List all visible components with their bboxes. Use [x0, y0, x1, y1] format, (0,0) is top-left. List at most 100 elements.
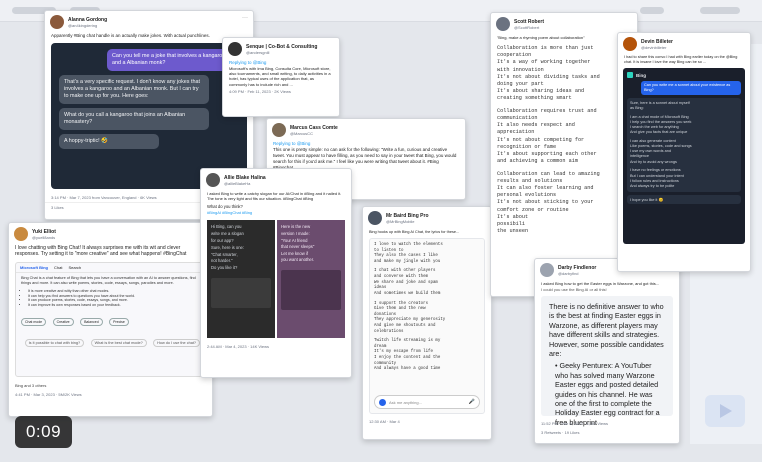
poem-text: Collaboration is more than just cooperati…: [491, 41, 637, 239]
video-timestamp-badge: 0:09: [15, 416, 72, 448]
chat-line: not harder.": [211, 258, 233, 264]
poem-line: It's about: [497, 213, 529, 220]
poem-line: results and solutions: [497, 177, 563, 184]
inner-title: Microsoft Bing: [20, 264, 48, 270]
microphone-icon[interactable]: 🎤: [469, 399, 475, 405]
inner-body: Bing Chat is a chat feature of Bing that…: [21, 275, 196, 285]
author-handle: @devinbilleter: [641, 44, 667, 50]
tweet-card-easter-eggs[interactable]: Darby Findlenor @darbyfind I asked Bing …: [534, 258, 680, 444]
bing-chat-panel: Bing Can you write me a sonnet about you…: [623, 68, 745, 244]
poem-line: with innovation: [497, 66, 544, 73]
more-options-icon[interactable]: ···: [242, 15, 248, 21]
bing-screenshot: Microsoft Bing Chat Search Bing Chat is …: [15, 261, 206, 377]
poem-line: It can also foster learning and: [497, 185, 594, 192]
tweet-card-bing-sonnet[interactable]: Devin Billeter @devinbilleter I had to s…: [617, 32, 751, 272]
chat-line: Do you like it?: [211, 264, 238, 270]
avatar: [50, 15, 64, 29]
author-name: Alanna Gordong: [68, 16, 108, 23]
chat-line: "Your AI friend: [281, 237, 308, 243]
poem-line: It's a way of working together: [497, 59, 591, 66]
chat-line: Hi Bing, can you: [211, 224, 242, 230]
chat-panel-left: Hi Bing, can you write me a slogan for o…: [207, 220, 275, 339]
author-name: Darby Findlenor: [558, 264, 597, 271]
poem-line: It's about supporting each other: [497, 151, 597, 158]
poem-line: It also needs respect and: [497, 122, 575, 129]
poem-line: comfort zone or routine: [497, 206, 569, 213]
avatar: [206, 173, 220, 187]
user-message: Can you write me a sonnet about your exi…: [641, 81, 741, 95]
poem-line: doing your part: [497, 81, 544, 88]
tweet-card-yuki[interactable]: Yuki Elliot @yuell8ands I love chatting …: [8, 222, 213, 417]
poem-line: appreciation: [497, 129, 535, 136]
poem-line: the unseen: [497, 228, 529, 235]
suggestion-chip: How do I use the chat?: [153, 339, 200, 347]
author-name: Scott Robert: [514, 18, 544, 25]
tweet-text: I love chatting with Bing Chat! It alway…: [15, 245, 187, 258]
author-name: Allie Blake Halina: [224, 174, 266, 181]
tweet-meta: 12:30 AM · Mar 4: [369, 419, 400, 424]
tweet-card-collaboration-poem[interactable]: Scott Robert @ScottRobert "Bing, make a …: [490, 12, 638, 297]
inner-tag: Chat mode: [21, 318, 47, 326]
poem-line: recognition or fame: [497, 143, 557, 150]
inner-tab: Search: [68, 264, 82, 270]
avatar: [368, 211, 382, 225]
author-name: Senque | Co-Bot & Consulting: [246, 43, 318, 50]
tweet-card-allie[interactable]: Allie Blake Halina @allieBlakeHa I asked…: [200, 168, 352, 378]
inner-tag: Creative: [52, 318, 74, 326]
chat-line: for our app?: [211, 237, 234, 243]
toolbar-placeholder: [700, 7, 740, 14]
bot-message: That's a very specific request. I don't …: [59, 75, 209, 104]
author-handle: @darbyfind: [558, 270, 579, 276]
author-handle: @yuell8ands: [32, 234, 56, 240]
timestamp-text: 0:09: [25, 422, 62, 441]
author-name: Yuki Elliot: [32, 228, 56, 235]
answer-bullet: • Geeky Penturex: A YouTuber who has sol…: [555, 361, 660, 427]
poem-line: It's not about competing for: [497, 136, 585, 143]
bing-icon: [379, 398, 386, 406]
poem-line: creating something smart: [497, 95, 572, 102]
tweet-meta: 2:44 AM · Mar 4, 2023 · 14K Views: [207, 344, 269, 350]
author-name: Mr Baird Bing Pro: [386, 212, 429, 219]
poem-line: and achieving a common aim: [497, 158, 578, 165]
tweet-card-consulting[interactable]: Senque | Co-Bot & Consulting @andersgnil…: [222, 37, 340, 117]
author-handle: @andersgnill: [246, 49, 270, 55]
avatar: [228, 42, 242, 56]
author-handle: @MarcusCC: [290, 130, 313, 136]
tweet-meta: 4:41 PM · Mar 3, 2023 · 5M/2K Views: [15, 391, 82, 397]
poem-line: personal evolutions: [497, 192, 557, 199]
answer-screenshot: There is no definitive answer to who is …: [541, 296, 673, 427]
tweet-footer-user: Bing and 3 others: [15, 382, 47, 388]
tweet-text: Microsoft's with Ima Bing, Consulta Core…: [229, 66, 331, 87]
author-handle: @MrBingMobile: [386, 218, 415, 224]
avatar: [623, 37, 637, 51]
tweet-hashtags[interactable]: #BingAI #BingChat #Bing: [201, 210, 351, 216]
reply-hint: I could you use the Bing AI or all this!: [541, 287, 607, 292]
poem-line: possibili: [497, 221, 526, 228]
toolbar-placeholder: [640, 7, 664, 14]
tweet-stats: 3 Retweets · 19 Likes: [541, 430, 580, 435]
poem-line: communication: [497, 115, 538, 122]
inner-tab: Chat: [54, 264, 63, 270]
avatar: [272, 123, 286, 137]
panel-title: Bing: [636, 72, 646, 78]
chat-line: "Chat smarter,: [211, 251, 238, 257]
poem-line: cooperation: [497, 52, 532, 59]
poem-line: It's about sharing ideas and: [497, 88, 585, 95]
chat-input-bar[interactable]: Ask me anything... 🎤: [374, 395, 480, 409]
bot-message: What do you call a kangaroo that joins a…: [59, 108, 209, 130]
chat-line: that never sleeps": [281, 244, 315, 250]
tweet-text: I had to share this convo I had with Bin…: [624, 55, 738, 64]
bing-logo-icon: [627, 72, 633, 78]
lyrics-text: I love to watch the elements to listen to…: [374, 243, 480, 373]
chat-line: you want another.: [281, 257, 315, 263]
avatar: [14, 227, 28, 241]
chat-input[interactable]: Ask me anything...: [389, 400, 466, 405]
tweet-card-phone-lyrics[interactable]: Mr Baird Bing Pro @MrBingMobile Bing hoo…: [362, 206, 492, 440]
author-handle: @allieBlakeHa: [224, 180, 251, 186]
chat-line: write me a slogan: [211, 231, 244, 236]
author-name: Marcus Cass Comte: [290, 124, 338, 131]
chat-line: version I made:: [281, 231, 310, 236]
suggestion-chip: Is it possible to chat with bing?: [24, 339, 85, 347]
bing-footer: I hope you like it 😊: [627, 194, 741, 204]
author-name: Devin Billeter: [641, 38, 673, 45]
